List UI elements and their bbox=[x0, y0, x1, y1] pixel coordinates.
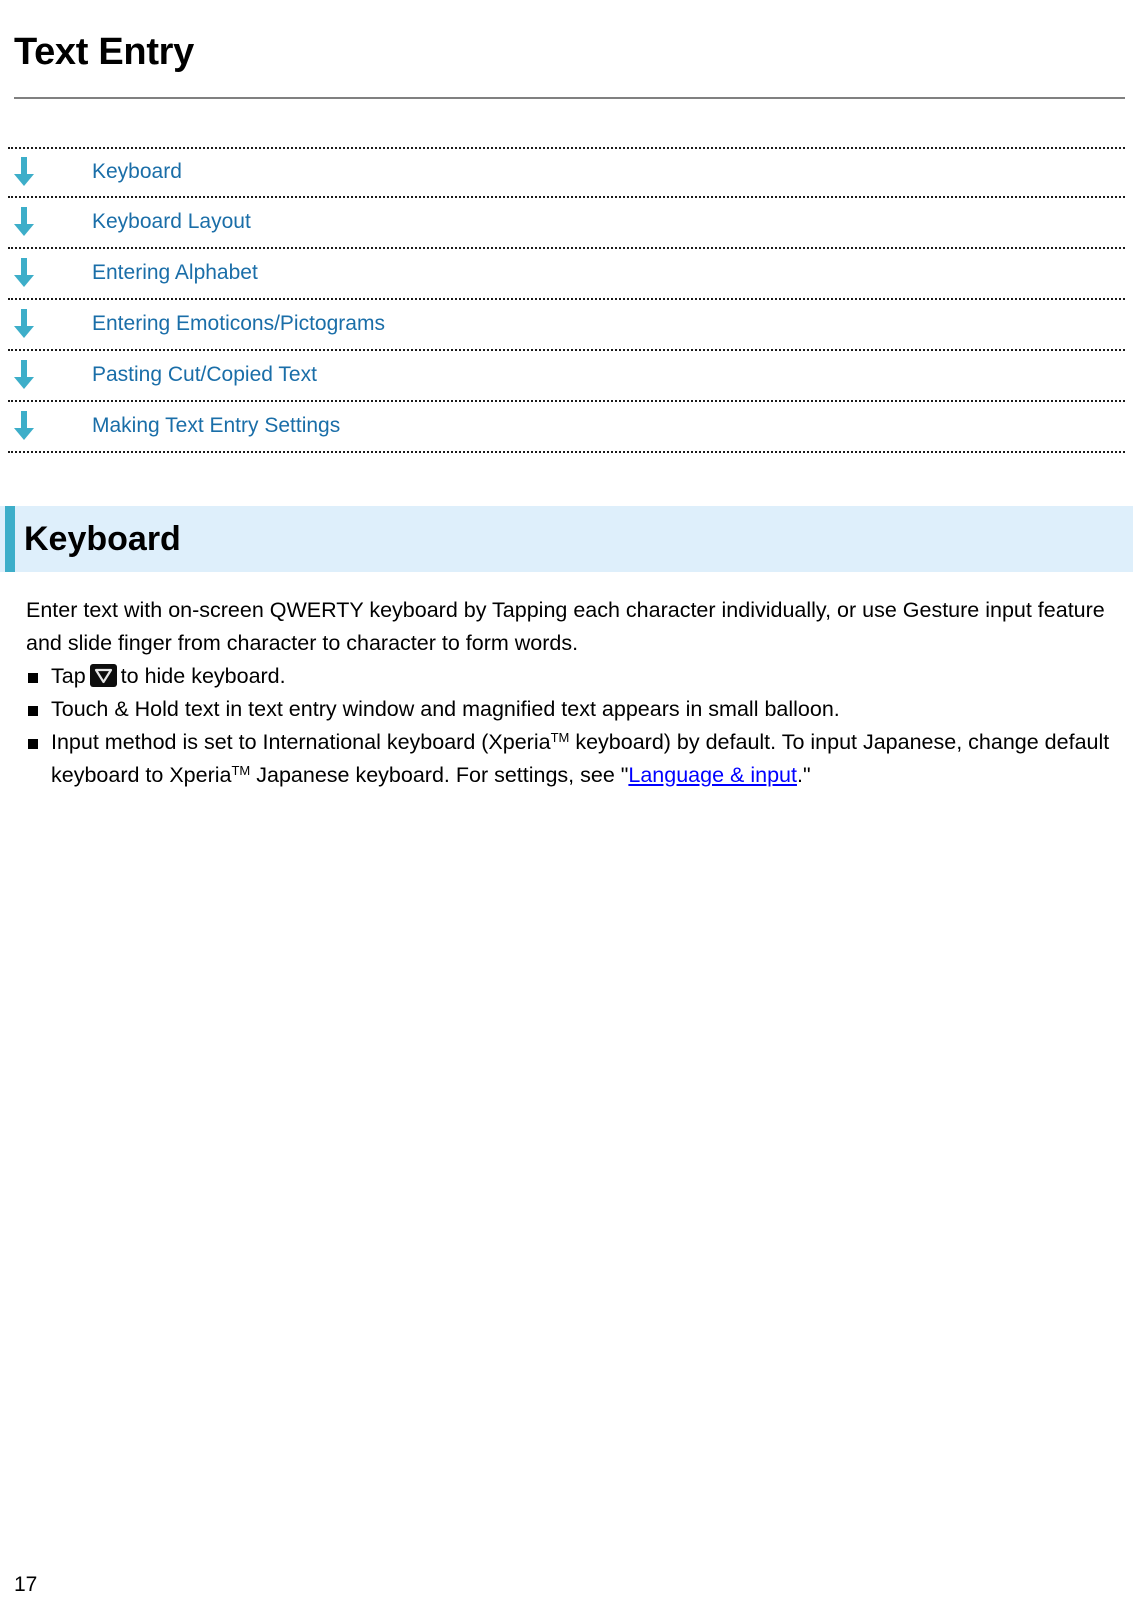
toc-link-label[interactable]: Keyboard bbox=[54, 160, 182, 184]
page-title: Text Entry bbox=[14, 31, 195, 74]
bullet-text-before-icon: Tap bbox=[51, 663, 86, 688]
section-body: Enter text with on-screen QWERTY keyboar… bbox=[0, 594, 1133, 792]
toc-link-label[interactable]: Keyboard Layout bbox=[54, 210, 251, 234]
section-heading: Keyboard bbox=[24, 519, 181, 558]
table-of-contents: Keyboard Keyboard Layout Entering Alphab… bbox=[0, 146, 1133, 453]
toc-item-pasting-cut-copied-text[interactable]: Pasting Cut/Copied Text bbox=[8, 351, 1125, 402]
down-arrow-icon bbox=[8, 360, 54, 390]
toc-link-label[interactable]: Entering Alphabet bbox=[54, 261, 258, 285]
down-arrow-icon bbox=[8, 258, 54, 288]
list-item-input-method-default: Input method is set to International key… bbox=[26, 726, 1123, 792]
language-and-input-link[interactable]: Language & input bbox=[628, 763, 797, 787]
toc-item-keyboard[interactable]: Keyboard bbox=[8, 146, 1125, 198]
hide-keyboard-icon[interactable] bbox=[89, 663, 117, 687]
toc-item-making-text-entry-settings[interactable]: Making Text Entry Settings bbox=[8, 402, 1125, 453]
document-page: Text Entry Keyboard Keyboard Layout Ente… bbox=[0, 25, 1133, 1605]
bullet-text: Touch & Hold text in text entry window a… bbox=[51, 696, 840, 721]
down-arrow-icon bbox=[8, 309, 54, 339]
bullet-text-after-icon: to hide keyboard. bbox=[120, 663, 286, 688]
title-divider bbox=[14, 96, 1125, 99]
down-arrow-icon bbox=[8, 411, 54, 441]
toc-link-label[interactable]: Pasting Cut/Copied Text bbox=[54, 363, 317, 387]
trademark-superscript: TM bbox=[231, 762, 251, 778]
intro-paragraph: Enter text with on-screen QWERTY keyboar… bbox=[26, 597, 1105, 655]
section-header: Keyboard bbox=[0, 505, 1133, 572]
toc-link-label[interactable]: Making Text Entry Settings bbox=[54, 414, 340, 438]
toc-link-label[interactable]: Entering Emoticons/Pictograms bbox=[54, 312, 385, 336]
bullet-text-segment-3: Japanese keyboard. For settings, see " bbox=[250, 762, 629, 787]
list-item-touch-and-hold: Touch & Hold text in text entry window a… bbox=[26, 693, 1123, 726]
down-arrow-icon bbox=[8, 157, 54, 187]
page-number: 17 bbox=[14, 1573, 38, 1597]
bullet-text-segment-4: ." bbox=[796, 762, 811, 787]
trademark-superscript: TM bbox=[550, 729, 570, 745]
notes-list: Tap to hide keyboard. Touch & Hold text i… bbox=[26, 660, 1123, 792]
down-arrow-icon bbox=[8, 207, 54, 237]
toc-item-entering-emoticons-pictograms[interactable]: Entering Emoticons/Pictograms bbox=[8, 300, 1125, 351]
list-item-tap-hide-keyboard: Tap to hide keyboard. bbox=[26, 660, 1123, 693]
section-accent-bar bbox=[5, 505, 15, 572]
toc-item-keyboard-layout[interactable]: Keyboard Layout bbox=[8, 198, 1125, 249]
toc-item-entering-alphabet[interactable]: Entering Alphabet bbox=[8, 249, 1125, 300]
bullet-text-segment-1: Input method is set to International key… bbox=[51, 729, 551, 754]
